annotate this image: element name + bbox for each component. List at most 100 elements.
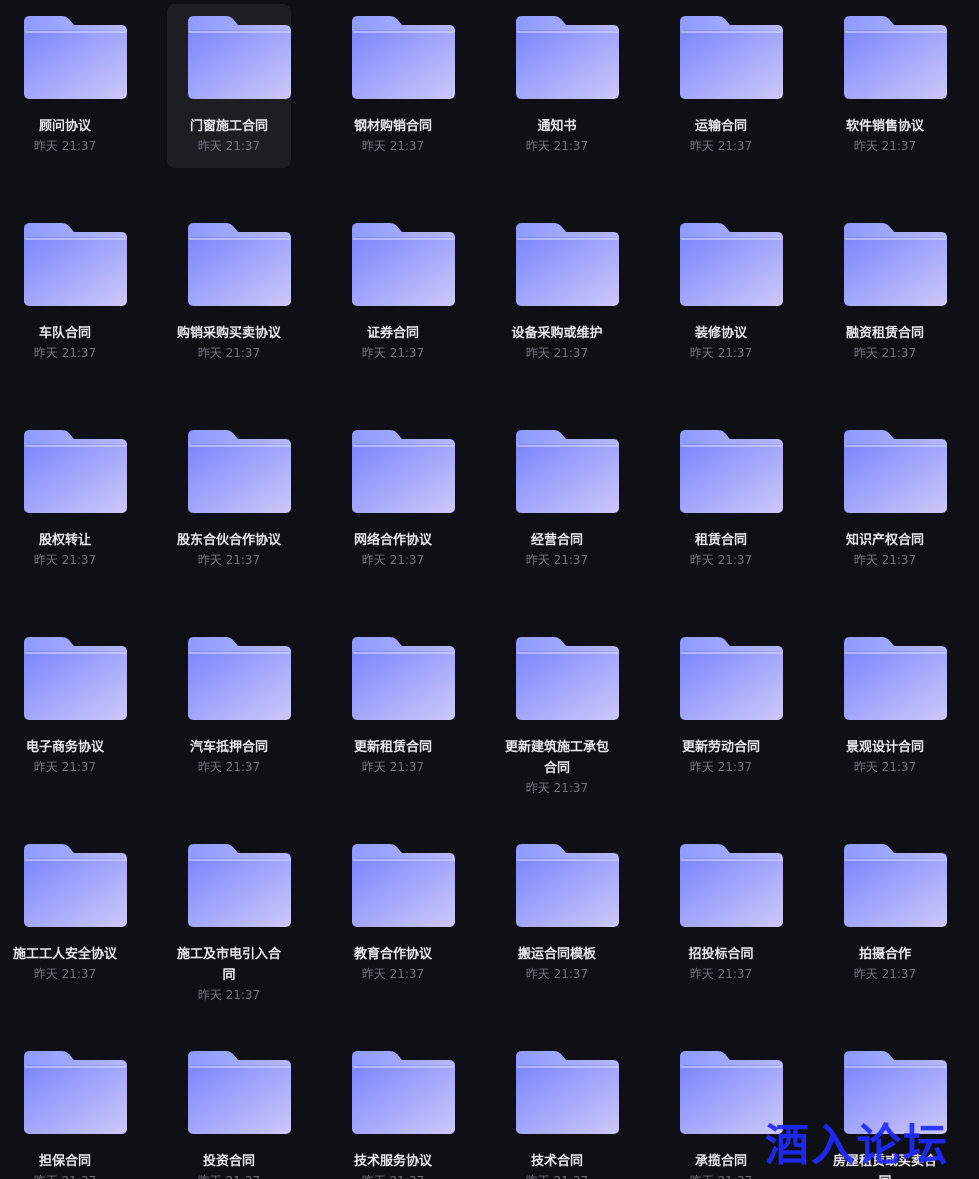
folder-time: 昨天 21:37 bbox=[361, 760, 425, 774]
folder-icon bbox=[680, 223, 783, 306]
folder-name: 担保合同 bbox=[38, 1154, 91, 1169]
folder-item[interactable]: 施工及市电引入合同昨天 21:37 bbox=[167, 832, 291, 1002]
folder-item[interactable]: 搬运合同模板 昨天 21:37 bbox=[495, 832, 619, 996]
folder-time: 昨天 21:37 bbox=[525, 781, 589, 795]
folder-icon bbox=[516, 844, 619, 927]
folder-item[interactable]: 钢材购销合同 昨天 21:37 bbox=[331, 4, 455, 168]
folder-time: 昨天 21:37 bbox=[33, 760, 97, 774]
folder-time: 昨天 21:37 bbox=[689, 346, 753, 360]
folder-name: 教育合作协议 bbox=[353, 947, 432, 962]
folder-icon bbox=[188, 16, 291, 99]
folder-item[interactable]: 景观设计合同 昨天 21:37 bbox=[823, 625, 947, 789]
folder-name: 更新劳动合同 bbox=[681, 740, 760, 755]
folder-item[interactable]: 证券合同 昨天 21:37 bbox=[331, 211, 455, 375]
folder-icon bbox=[516, 1051, 619, 1134]
folder-item[interactable]: 股权转让昨天 21:37 bbox=[3, 418, 127, 582]
folder-time: 昨天 21:37 bbox=[197, 988, 261, 1002]
folder-time: 昨天 21:37 bbox=[197, 346, 261, 360]
folder-name: 装修协议 bbox=[694, 326, 747, 341]
folder-item[interactable]: 知识产权合同 昨天 21:37 bbox=[823, 418, 947, 582]
folder-name: 技术服务协议 bbox=[353, 1154, 432, 1169]
folder-icon bbox=[516, 430, 619, 513]
folder-icon bbox=[352, 430, 455, 513]
folder-time: 昨天 21:37 bbox=[197, 139, 261, 153]
folder-item[interactable]: 租赁合同昨天 21:37 bbox=[659, 418, 783, 582]
folder-time: 昨天 21:37 bbox=[33, 967, 97, 981]
folder-icon bbox=[516, 16, 619, 99]
folder-name: 拍摄合作 bbox=[858, 947, 911, 962]
folder-item[interactable]: 技术服务协议昨天 21:37 bbox=[331, 1039, 455, 1179]
folder-time: 昨天 21:37 bbox=[167, 1173, 291, 1179]
folder-time: 昨天 21:37 bbox=[853, 346, 917, 360]
folder-item[interactable]: 招投标合同 昨天 21:37 bbox=[659, 832, 783, 996]
folder-icon bbox=[24, 844, 127, 927]
folder-name: 股东合伙合作协议 bbox=[176, 533, 281, 548]
folder-item[interactable]: 网络合作协议 昨天 21:37 bbox=[331, 418, 455, 582]
watermark: 酒入论坛 bbox=[765, 1120, 949, 1171]
folder-icon bbox=[352, 16, 455, 99]
folder-item[interactable]: 顾问协议昨天 21:37 bbox=[3, 4, 127, 168]
folder-item[interactable]: 经营合同 昨天 21:37 bbox=[495, 418, 619, 582]
folder-name: 门窗施工合同 bbox=[189, 119, 268, 134]
folder-item[interactable]: 购销采购买卖协议 昨天 21:37 bbox=[167, 211, 291, 375]
folder-time: 昨天 21:37 bbox=[525, 967, 589, 981]
folder-icon bbox=[516, 223, 619, 306]
folder-time: 昨天 21:37 bbox=[33, 139, 97, 153]
folder-time: 昨天 21:37 bbox=[689, 553, 753, 567]
folder-item[interactable]: 门窗施工合同 昨天 21:37 bbox=[167, 4, 291, 168]
folder-name: 施工及市电引入合同 bbox=[176, 947, 281, 983]
folder-icon bbox=[352, 223, 455, 306]
folder-icon bbox=[844, 844, 947, 927]
folder-item[interactable]: 股东合伙合作协议 昨天 21:37 bbox=[167, 418, 291, 582]
folder-item[interactable]: 投资合同昨天 21:37 bbox=[167, 1039, 291, 1179]
folder-item[interactable]: 车队合同 昨天 21:37 bbox=[3, 211, 127, 375]
folder-icon bbox=[24, 430, 127, 513]
folder-item[interactable]: 更新劳动合同 昨天 21:37 bbox=[659, 625, 783, 789]
folder-item[interactable]: 技术合同昨天 21:37 bbox=[495, 1039, 619, 1179]
folder-item[interactable]: 设备采购或维护 昨天 21:37 bbox=[495, 211, 619, 375]
folder-item[interactable]: 拍摄合作昨天 21:37 bbox=[823, 832, 947, 996]
folder-item[interactable]: 运输合同 昨天 21:37 bbox=[659, 4, 783, 168]
folder-icon bbox=[24, 637, 127, 720]
folder-icon bbox=[844, 430, 947, 513]
folder-time: 昨天 21:37 bbox=[525, 346, 589, 360]
folder-name: 汽车抵押合同 bbox=[189, 740, 268, 755]
folder-icon bbox=[188, 637, 291, 720]
folder-item[interactable]: 电子商务协议 昨天 21:37 bbox=[3, 625, 127, 789]
folder-item[interactable]: 教育合作协议 昨天 21:37 bbox=[331, 832, 455, 996]
folder-name: 知识产权合同 bbox=[845, 533, 924, 548]
folder-time: 昨天 21:37 bbox=[197, 553, 261, 567]
folder-item[interactable]: 更新租赁合同 昨天 21:37 bbox=[331, 625, 455, 789]
folder-time: 昨天 21:37 bbox=[853, 760, 917, 774]
folder-name: 顾问协议 bbox=[38, 119, 91, 134]
folder-name: 购销采购买卖协议 bbox=[176, 326, 281, 341]
folder-name: 运输合同 bbox=[694, 119, 747, 134]
folder-name: 证券合同 bbox=[366, 326, 419, 341]
folder-item[interactable]: 通知书 昨天 21:37 bbox=[495, 4, 619, 168]
folder-icon bbox=[680, 430, 783, 513]
folder-icon bbox=[188, 430, 291, 513]
folder-time: 昨天 21:37 bbox=[853, 967, 917, 981]
folder-item[interactable]: 担保合同昨天 21:37 bbox=[3, 1039, 127, 1179]
folder-name: 设备采购或维护 bbox=[511, 326, 603, 341]
folder-item[interactable]: 装修协议昨天 21:37 bbox=[659, 211, 783, 375]
folder-name: 租赁合同 bbox=[694, 533, 747, 548]
folder-item[interactable]: 软件销售协议 昨天 21:37 bbox=[823, 4, 947, 168]
folder-time: 昨天 21:37 bbox=[525, 553, 589, 567]
folder-item[interactable]: 更新建筑施工承包合同 昨天 21:37 bbox=[495, 625, 619, 795]
folder-icon bbox=[352, 637, 455, 720]
folder-time: 昨天 21:37 bbox=[361, 967, 425, 981]
folder-name: 股权转让 bbox=[38, 533, 91, 548]
folder-icon bbox=[188, 223, 291, 306]
folder-icon bbox=[680, 637, 783, 720]
folder-item[interactable]: 施工工人安全协议 昨天 21:37 bbox=[3, 832, 127, 996]
folder-time: 昨天 21:37 bbox=[33, 553, 97, 567]
folder-item[interactable]: 汽车抵押合同 昨天 21:37 bbox=[167, 625, 291, 789]
folder-time: 昨天 21:37 bbox=[3, 1173, 127, 1179]
folder-time: 昨天 21:37 bbox=[33, 346, 97, 360]
folder-time: 昨天 21:37 bbox=[361, 139, 425, 153]
folder-time: 昨天 21:37 bbox=[525, 139, 589, 153]
folder-grid: 顾问协议 昨天 21:37 门窗施工合同 昨天 21:37 钢材购销合同 昨天 21:37… bbox=[0, 0, 979, 1179]
folder-item[interactable]: 融资租赁合同 昨天 21:37 bbox=[823, 211, 947, 375]
folder-time: 昨天 21:37 bbox=[331, 1173, 455, 1179]
